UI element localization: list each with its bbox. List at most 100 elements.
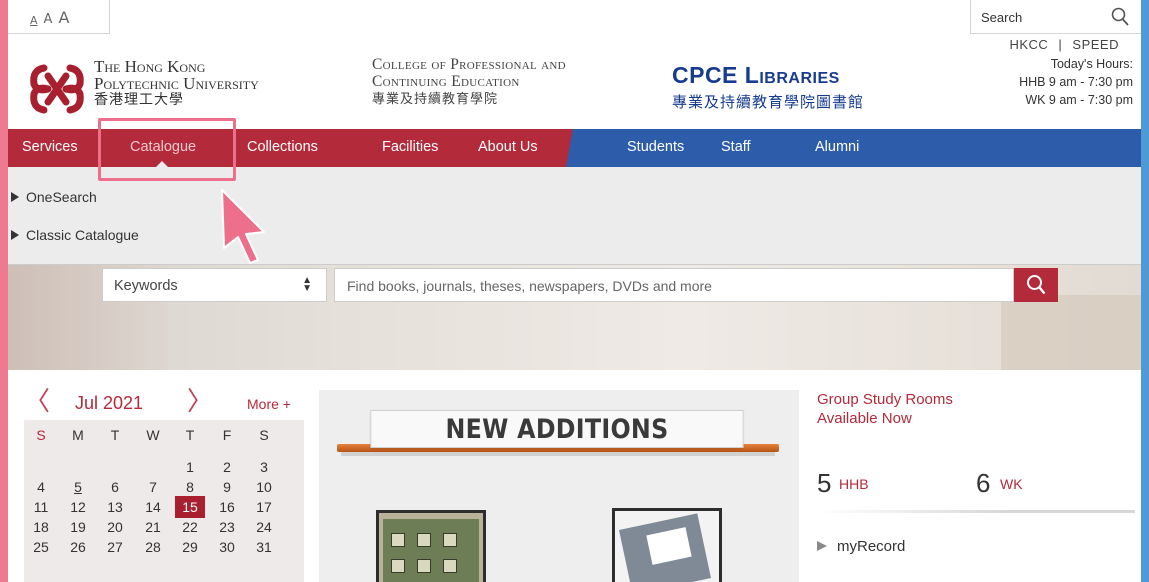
calendar-day-cell[interactable]: 28 [140,538,166,556]
pointer-cursor-icon [221,189,265,264]
font-size-small-button[interactable]: A [30,14,38,27]
calendar-prev-month-icon[interactable]: 〈 [24,389,50,415]
updown-arrows-icon: ▲ ▼ [302,275,312,294]
dropdown-item-onesearch[interactable]: OneSearch [11,189,97,205]
hkcc-link[interactable]: HKCC [1009,37,1048,52]
calendar-day-cell[interactable]: 29 [177,538,203,556]
catalogue-search-input[interactable]: Find books, journals, theses, newspapers… [334,268,1014,302]
font-size-large-button[interactable]: A [58,8,69,27]
calendar-today-cell[interactable]: 15 [175,496,205,518]
hhb-room-label: HHB [839,476,869,492]
new-addition-item-1[interactable] [376,510,486,582]
nav-alumni[interactable]: Alumni [815,139,859,155]
calendar-next-month-icon[interactable]: 〉 [187,389,213,415]
calendar-day-cell[interactable]: 4 [28,478,54,496]
nav-students[interactable]: Students [627,139,684,155]
dropdown-item-classic-catalogue[interactable]: Classic Catalogue [11,227,139,243]
polyu-name-chinese: 香港理工大學 [94,93,184,108]
search-icon[interactable] [1111,7,1129,27]
calendar-weekday-header: F [222,427,232,443]
nav-staff[interactable]: Staff [721,139,751,155]
new-additions-panel[interactable]: NEW ADDITIONS [319,390,799,582]
opening-hours: Today's Hours: HHB 9 am - 7:30 pm WK 9 a… [1019,55,1133,109]
dropdown-item-label: Classic Catalogue [26,227,139,243]
left-border [0,0,8,582]
calendar-day-cell[interactable]: 6 [102,478,128,496]
cpce-libraries-title: CPCE Libraries [672,62,840,88]
calendar-weekday-header: S [259,427,269,443]
hours-title: Today's Hours: [1050,57,1133,71]
calendar-day-cell[interactable]: 8 [177,478,203,496]
myrecord-label: myRecord [837,538,906,555]
book-cover-image [383,519,479,582]
calendar-day-cell[interactable]: 18 [28,518,54,536]
hours-wk: WK 9 am - 7:30 pm [1025,93,1133,107]
nav-facilities[interactable]: Facilities [382,139,438,155]
calendar-day-cell[interactable]: 21 [140,518,166,536]
myrecord-link[interactable]: myRecord [817,538,905,555]
cpce-name-line2: Continuing Education [372,73,520,90]
links-separator: | [1058,37,1063,52]
triangle-right-icon [11,230,19,240]
new-addition-item-2[interactable] [612,508,722,582]
calendar-day-cell[interactable]: 1 [177,458,203,476]
group-study-rooms-link[interactable]: Group Study Rooms Available Now [817,390,953,428]
hero-background-right [1001,295,1141,370]
calendar-day-cell[interactable]: 14 [140,498,166,516]
wk-room-count: 6 [976,468,991,498]
calendar-weekday-header: M [72,427,84,443]
hero-search-area: Keywords ▲ ▼ Find books, journals, theses… [8,265,1141,370]
nav-collections[interactable]: Collections [247,139,318,155]
polyu-name[interactable]: The Hong Kong Polytechnic University 香港理… [94,58,259,109]
shelf-shadow [341,452,775,456]
speed-link[interactable]: SPEED [1072,37,1119,52]
cpce-name[interactable]: College of Professional and Continuing E… [372,56,566,107]
site-search-box[interactable]: Search [970,0,1141,34]
calendar-day-cell[interactable]: 30 [214,538,240,556]
quick-links: HKCC | SPEED [1009,37,1119,52]
polyu-name-line1: The Hong Kong [94,57,206,76]
calendar-day-cell[interactable]: 25 [28,538,54,556]
group-study-rooms-title: Group Study Rooms [817,391,953,408]
calendar-day-cell[interactable]: 5 [65,478,91,496]
calendar-day-cell[interactable]: 23 [214,518,240,536]
cpce-libraries-logo[interactable]: CPCE Libraries 專業及持續教育學院圖書館 [672,62,864,112]
nav-about-us[interactable]: About Us [478,139,538,155]
calendar-month-title: Jul 2021 [75,393,144,413]
calendar-day-cell[interactable]: 16 [214,498,240,516]
calendar-day-cell[interactable]: 20 [102,518,128,536]
calendar-weekday-header: S [36,427,46,443]
calendar-more-link[interactable]: More + [247,396,291,412]
calendar-day-cell[interactable]: 24 [251,518,277,536]
calendar-day-cell[interactable]: 10 [251,478,277,496]
calendar-day-cell[interactable]: 17 [251,498,277,516]
dropdown-item-label: OneSearch [26,189,97,205]
catalogue-dropdown-menu: OneSearch Classic Catalogue [8,167,1141,265]
wk-room-label: WK [1000,476,1023,492]
calendar-day-cell[interactable]: 19 [65,518,91,536]
search-icon [1027,275,1046,295]
calendar-day-cell[interactable]: 3 [251,458,277,476]
search-type-select[interactable]: Keywords ▲ ▼ [102,268,327,302]
calendar-day-cell[interactable]: 11 [28,498,54,516]
catalogue-search-placeholder: Find books, journals, theses, newspapers… [347,278,712,294]
calendar-day-cell[interactable]: 13 [102,498,128,516]
font-size-medium-button[interactable]: A [44,12,53,27]
calendar-day-cell[interactable]: 12 [65,498,91,516]
font-size-controls: A A A [8,0,110,34]
polyu-logo-icon[interactable] [24,56,90,122]
library-homepage: A A A Search HKCC | SPEED Today's Hours:… [8,0,1141,582]
calendar-day-cell[interactable]: 22 [177,518,203,536]
calendar-weekday-header: W [146,427,160,443]
calendar-day-cell[interactable]: 26 [65,538,91,556]
calendar-day-cell[interactable]: 31 [251,538,277,556]
calendar-day-cell[interactable]: 7 [140,478,166,496]
calendar-day-cell[interactable]: 2 [214,458,240,476]
cpce-name-chinese: 專業及持續教育學院 [372,91,499,106]
nav-services[interactable]: Services [22,139,78,155]
section-divider [817,510,1135,513]
site-search-label: Search [981,10,1023,25]
catalogue-search-button[interactable] [1014,268,1058,302]
calendar-day-cell[interactable]: 9 [214,478,240,496]
calendar-day-cell[interactable]: 27 [102,538,128,556]
